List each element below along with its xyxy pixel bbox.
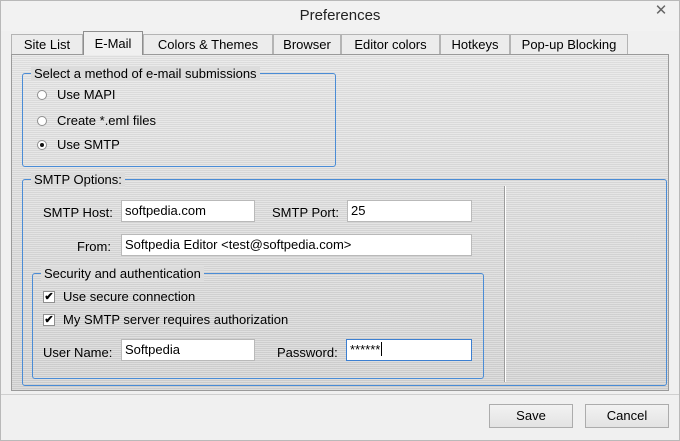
username-label: User Name: bbox=[43, 345, 113, 360]
radio-button[interactable] bbox=[37, 90, 47, 100]
tab-editor-colors[interactable]: Editor colors bbox=[341, 34, 440, 54]
security-group: Security and authentication ✔ Use secure… bbox=[32, 266, 484, 379]
security-legend: Security and authentication bbox=[41, 266, 204, 281]
tab-site-list[interactable]: Site List bbox=[11, 34, 83, 54]
save-button[interactable]: Save bbox=[489, 404, 573, 428]
password-label: Password: bbox=[277, 345, 338, 360]
password-input[interactable]: ****** bbox=[346, 339, 472, 361]
window-title: Preferences bbox=[299, 7, 381, 24]
tab-hotkeys[interactable]: Hotkeys bbox=[440, 34, 510, 54]
checkbox-label: My SMTP server requires authorization bbox=[63, 312, 289, 327]
method-group: Select a method of e-mail submissions Us… bbox=[22, 66, 336, 167]
smtp-options-group: SMTP Options: SMTP Host: softpedia.com S… bbox=[22, 172, 667, 386]
bottom-divider bbox=[1, 394, 679, 395]
tab-e-mail[interactable]: E-Mail bbox=[83, 31, 143, 55]
title-bar: Preferences ✕ bbox=[1, 1, 679, 31]
radio-label: Use MAPI bbox=[57, 87, 116, 102]
cancel-button[interactable]: Cancel bbox=[585, 404, 669, 428]
tab-pop-up-blocking[interactable]: Pop-up Blocking bbox=[510, 34, 628, 54]
text-caret bbox=[381, 342, 383, 356]
tab-colors-themes[interactable]: Colors & Themes bbox=[143, 34, 273, 54]
checkbox-checked[interactable]: ✔ bbox=[43, 291, 55, 303]
vertical-divider bbox=[504, 186, 506, 382]
radio-button[interactable] bbox=[37, 116, 47, 126]
from-label: From: bbox=[77, 239, 111, 254]
method-group-legend: Select a method of e-mail submissions bbox=[31, 66, 260, 81]
checkbox-label: Use secure connection bbox=[63, 289, 196, 304]
smtp-options-legend: SMTP Options: bbox=[31, 172, 125, 187]
radio-label: Use SMTP bbox=[57, 137, 120, 152]
radio-label: Create *.eml files bbox=[57, 113, 156, 128]
password-mask: ****** bbox=[350, 342, 381, 357]
from-input[interactable]: Softpedia Editor <test@softpedia.com> bbox=[121, 234, 472, 256]
close-icon[interactable]: ✕ bbox=[644, 1, 678, 22]
email-tab-panel: Select a method of e-mail submissions Us… bbox=[11, 54, 669, 391]
smtp-host-label: SMTP Host: bbox=[43, 205, 113, 220]
radio-button-selected[interactable] bbox=[37, 140, 47, 150]
checkbox-checked[interactable]: ✔ bbox=[43, 314, 55, 326]
smtp-port-input[interactable]: 25 bbox=[347, 200, 472, 222]
smtp-port-label: SMTP Port: bbox=[272, 205, 339, 220]
smtp-host-input[interactable]: softpedia.com bbox=[121, 200, 255, 222]
preferences-window: Preferences ✕ Site List E-Mail Colors & … bbox=[0, 0, 680, 441]
tab-browser[interactable]: Browser bbox=[273, 34, 341, 54]
tab-bar: Site List E-Mail Colors & Themes Browser… bbox=[11, 31, 671, 55]
username-input[interactable]: Softpedia bbox=[121, 339, 255, 361]
